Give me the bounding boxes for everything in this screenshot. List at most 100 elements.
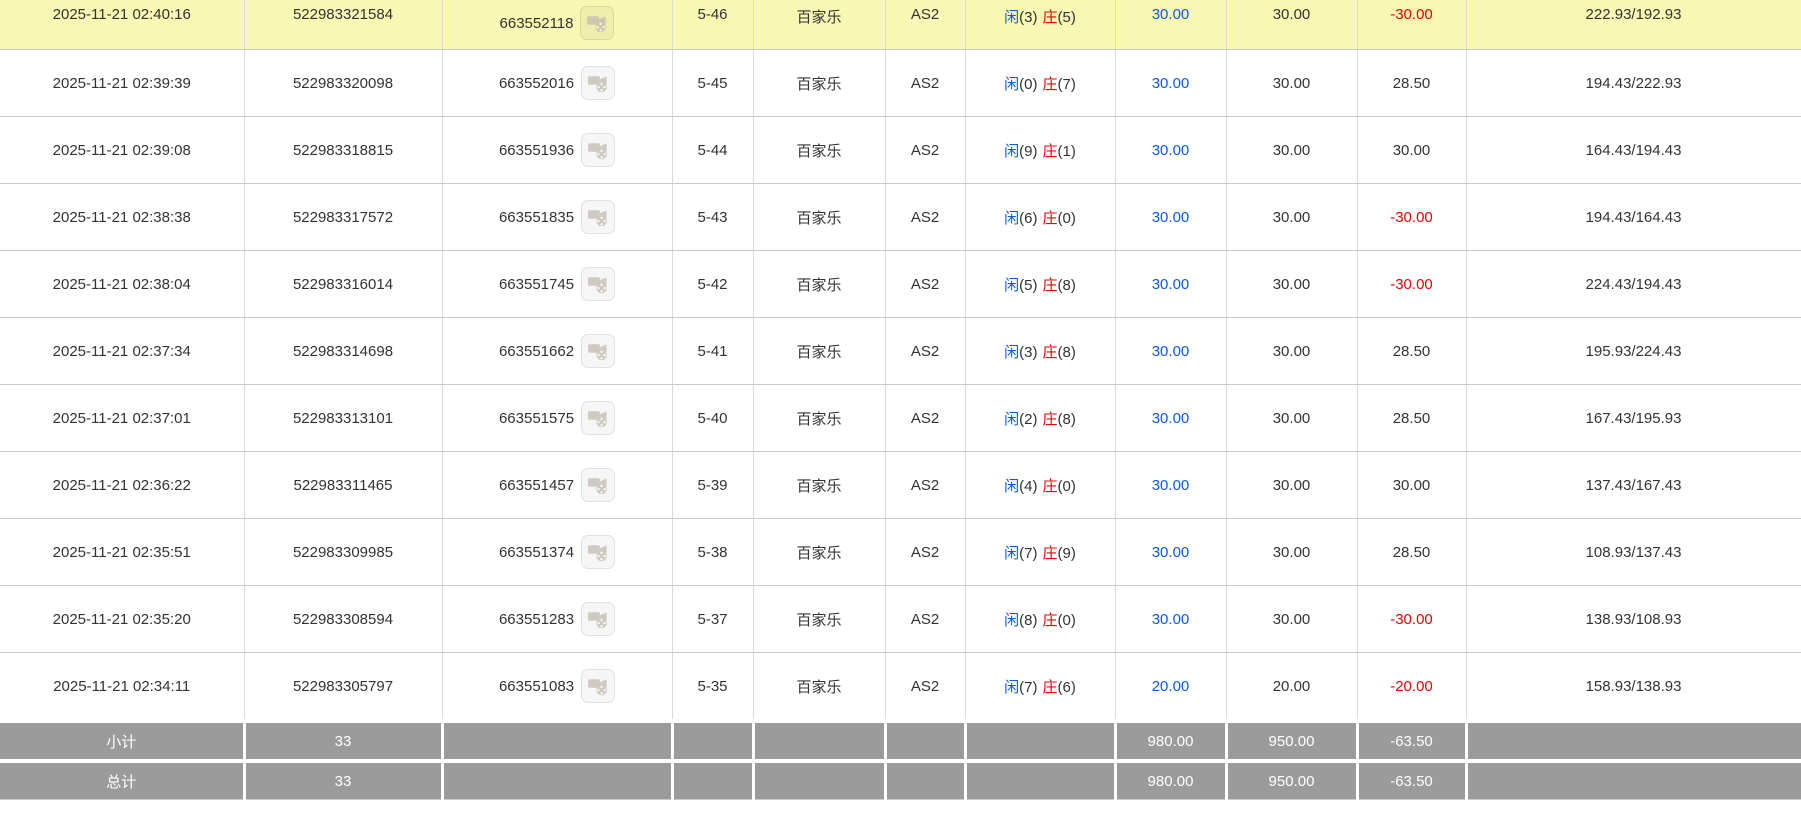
bet-record-row: 2025-11-21 02:39:08 522983318815 6635519… [0, 116, 1801, 184]
game-id-cell: 663551662 [442, 317, 673, 385]
bet-time-cell: 2025-11-21 02:38:38 [0, 183, 245, 251]
game-id-cell: 663551283 [442, 585, 673, 653]
bet-amount-cell[interactable]: 30.00 [1115, 585, 1227, 653]
bet-amount-cell[interactable]: 30.00 [1115, 250, 1227, 318]
balance-cell: 222.93/192.93 [1466, 0, 1801, 50]
bet-time-cell: 2025-11-21 02:37:01 [0, 384, 245, 452]
bet-id-cell: 522983311465 [244, 451, 443, 519]
summary-empty-result-cell [965, 719, 1117, 761]
winloss-cell: 28.50 [1357, 49, 1467, 117]
banker-score: 1 [1058, 143, 1076, 160]
video-replay-button[interactable] [580, 6, 615, 40]
video-replay-button[interactable] [581, 602, 616, 636]
bet-time-cell: 2025-11-21 02:37:34 [0, 317, 245, 385]
game-id-cell: 663551457 [442, 451, 673, 519]
result-cell: 闲7庄6 [965, 652, 1116, 722]
balance-cell: 108.93/137.43 [1466, 518, 1801, 586]
bet-time-cell: 2025-11-21 02:39:39 [0, 49, 245, 117]
game-id-text: 663551745 [498, 275, 575, 293]
game-id-cell: 663552118 [442, 0, 673, 50]
game-id-cell: 663551374 [442, 518, 673, 586]
summary-winloss-cell: -63.50 [1357, 759, 1468, 800]
banker-label: 庄 [1042, 142, 1058, 160]
result-cell: 闲7庄9 [965, 518, 1116, 586]
winloss-cell: -30.00 [1357, 183, 1467, 251]
video-replay-button[interactable] [581, 133, 616, 167]
round-cell: 5-44 [672, 116, 754, 184]
video-replay-button[interactable] [581, 669, 616, 703]
video-replay-icon [587, 340, 609, 362]
bet-amount-cell[interactable]: 30.00 [1115, 183, 1227, 251]
result-cell: 闲2庄8 [965, 384, 1116, 452]
summary-valid-cell: 950.00 [1226, 719, 1359, 761]
banker-score: 9 [1058, 545, 1076, 562]
winloss-cell: 28.50 [1357, 384, 1467, 452]
player-label: 闲 [1004, 209, 1020, 227]
valid-bet-cell: 30.00 [1226, 451, 1358, 519]
game-name-cell: 百家乐 [753, 585, 886, 653]
valid-bet-cell: 30.00 [1226, 585, 1358, 653]
summary-empty-gameid-cell [442, 719, 674, 761]
banker-score: 8 [1058, 411, 1076, 428]
table-name-cell: AS2 [885, 585, 966, 653]
game-name-cell: 百家乐 [753, 250, 886, 318]
player-score: 5 [1019, 277, 1037, 294]
player-score: 8 [1019, 612, 1037, 629]
video-replay-button[interactable] [581, 535, 616, 569]
summary-empty-game-cell [753, 759, 887, 800]
round-cell: 5-38 [672, 518, 754, 586]
winloss-cell: -30.00 [1357, 250, 1467, 318]
bet-amount-cell[interactable]: 30.00 [1115, 49, 1227, 117]
banker-score: 0 [1058, 612, 1076, 629]
player-label: 闲 [1004, 477, 1020, 495]
valid-bet-cell: 30.00 [1226, 183, 1358, 251]
game-id-text: 663552016 [498, 74, 575, 92]
bet-amount-cell[interactable]: 30.00 [1115, 317, 1227, 385]
balance-cell: 167.43/195.93 [1466, 384, 1801, 452]
bet-record-row: 2025-11-21 02:38:04 522983316014 6635517… [0, 250, 1801, 318]
bet-amount-cell[interactable]: 20.00 [1115, 652, 1227, 722]
game-name-cell: 百家乐 [753, 384, 886, 452]
round-cell: 5-41 [672, 317, 754, 385]
video-replay-icon [586, 12, 608, 34]
video-replay-button[interactable] [581, 334, 616, 368]
round-cell: 5-46 [672, 0, 754, 50]
player-score: 0 [1019, 76, 1037, 93]
game-name-cell: 百家乐 [753, 451, 886, 519]
result-cell: 闲3庄5 [965, 0, 1116, 50]
bet-amount-cell[interactable]: 30.00 [1115, 384, 1227, 452]
video-replay-button[interactable] [581, 200, 616, 234]
game-name-cell: 百家乐 [753, 518, 886, 586]
video-replay-button[interactable] [581, 401, 616, 435]
bet-id-cell: 522983305797 [244, 652, 443, 722]
video-replay-button[interactable] [581, 267, 616, 301]
bet-amount-cell[interactable]: 30.00 [1115, 518, 1227, 586]
round-cell: 5-45 [672, 49, 754, 117]
valid-bet-cell: 30.00 [1226, 518, 1358, 586]
bet-record-row: 2025-11-21 02:35:51 522983309985 6635513… [0, 518, 1801, 586]
bet-time-cell: 2025-11-21 02:35:51 [0, 518, 245, 586]
bet-time-cell: 2025-11-21 02:35:20 [0, 585, 245, 653]
game-id-text: 663551835 [498, 208, 575, 226]
summary-label-cell: 小计 [0, 719, 246, 761]
summary-count-cell: 33 [244, 719, 444, 761]
video-replay-button[interactable] [581, 468, 616, 502]
game-id-text: 663551283 [498, 610, 575, 628]
banker-label: 庄 [1042, 276, 1058, 294]
bet-amount-cell[interactable]: 30.00 [1115, 451, 1227, 519]
bet-history-body: 2025-11-21 02:40:16 522983321584 6635521… [0, 0, 1801, 800]
banker-label: 庄 [1042, 544, 1058, 562]
player-score: 3 [1019, 344, 1037, 361]
summary-empty-game-cell [753, 719, 887, 761]
bet-amount-cell[interactable]: 30.00 [1115, 116, 1227, 184]
round-cell: 5-43 [672, 183, 754, 251]
video-replay-icon [587, 608, 609, 630]
bet-id-cell: 522983309985 [244, 518, 443, 586]
video-replay-button[interactable] [581, 66, 616, 100]
game-id-text: 663551083 [498, 677, 575, 695]
game-id-text: 663551936 [498, 141, 575, 159]
round-cell: 5-42 [672, 250, 754, 318]
bet-amount-cell[interactable]: 30.00 [1115, 0, 1227, 50]
bet-record-row: 2025-11-21 02:38:38 522983317572 6635518… [0, 183, 1801, 251]
game-id-text: 663551575 [498, 409, 575, 427]
